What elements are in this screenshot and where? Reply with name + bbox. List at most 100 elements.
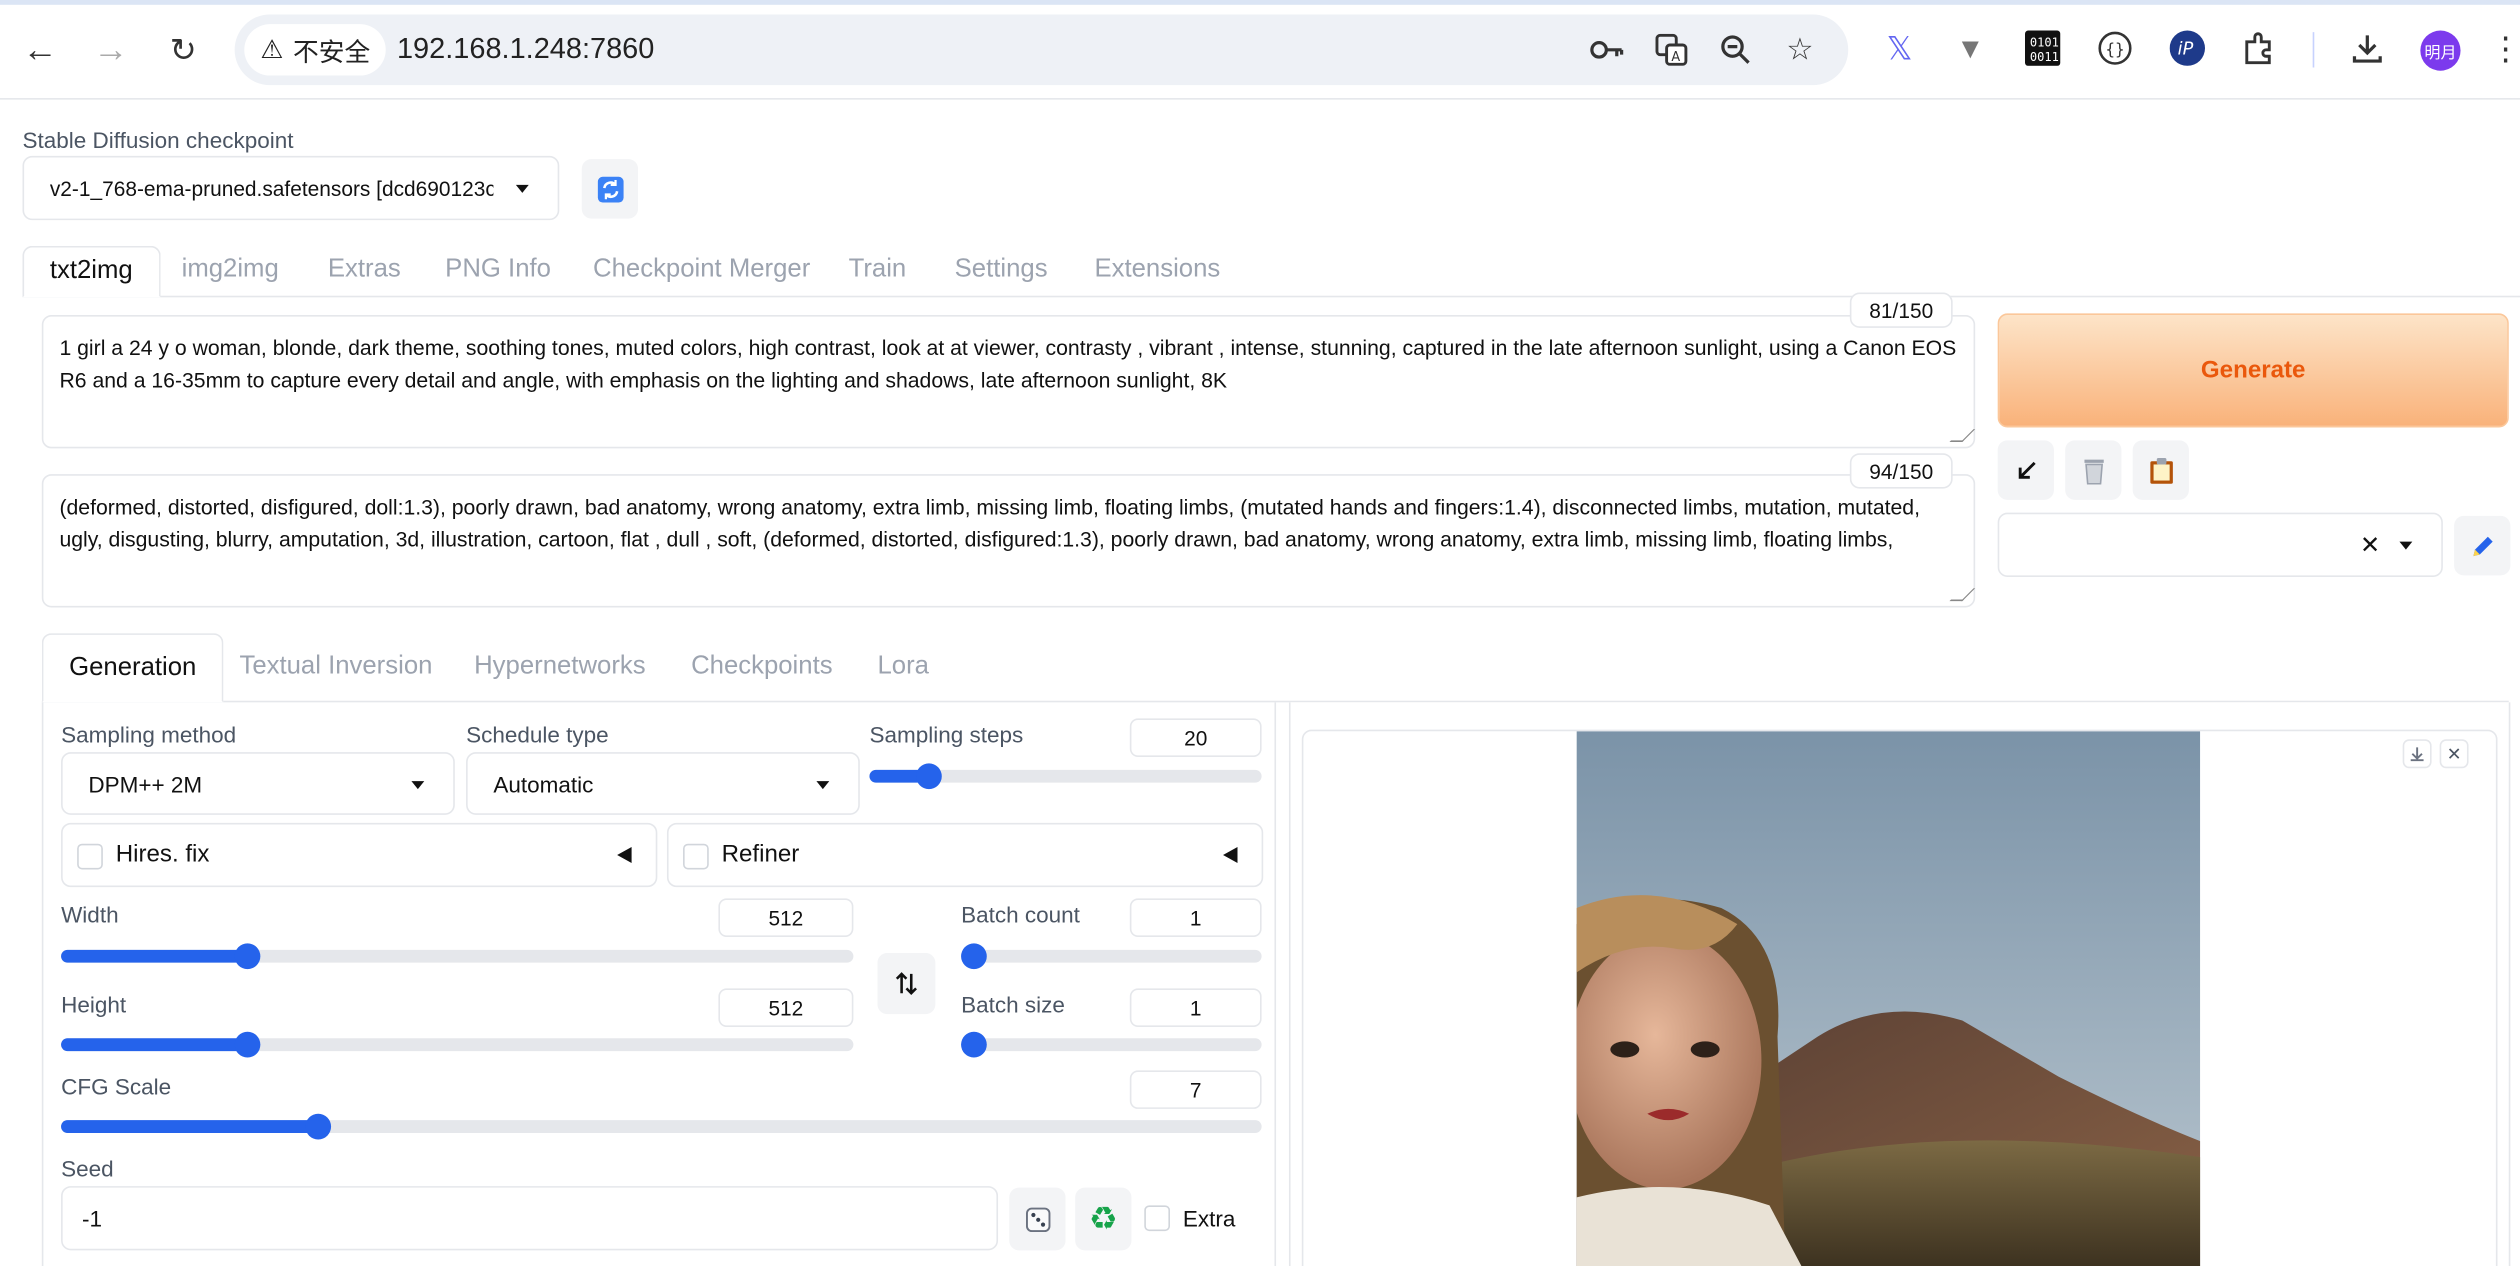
slider-thumb[interactable]	[961, 1031, 987, 1058]
toolbar-separator	[2312, 32, 2315, 68]
batch-size-slider[interactable]	[961, 1031, 1262, 1058]
width-slider[interactable]	[61, 943, 854, 970]
negative-prompt-textarea[interactable]: (deformed, distorted, disfigured, doll:1…	[41, 474, 1976, 608]
star-icon[interactable]: ☆	[1781, 31, 1820, 70]
close-image-button[interactable]: ✕	[2439, 739, 2469, 769]
extension-ip-icon[interactable]: iP	[2166, 27, 2208, 69]
close-icon: ✕	[2446, 744, 2462, 765]
sampling-steps-slider[interactable]	[869, 763, 1262, 790]
forward-icon[interactable]: →	[87, 26, 135, 74]
height-slider[interactable]	[61, 1031, 854, 1058]
resize-handle-icon[interactable]	[1949, 588, 1976, 602]
tab-checkpoint-merger[interactable]: Checkpoint Merger	[567, 246, 836, 297]
tab-settings[interactable]: Settings	[929, 246, 1073, 297]
sampling-steps-input[interactable]: 20	[1129, 718, 1262, 757]
random-seed-button[interactable]	[1009, 1187, 1066, 1251]
hires-fix-accordion[interactable]: Hires. fix	[61, 822, 658, 888]
resize-handle-icon[interactable]	[1949, 429, 1976, 442]
checkpoint-select[interactable]: v2-1_768-ema-pruned.safetensors [dcd6901…	[22, 155, 560, 221]
edit-styles-button[interactable]	[2454, 515, 2511, 576]
downloads-icon[interactable]	[2346, 27, 2388, 69]
clear-icon[interactable]: ✕	[2360, 530, 2380, 559]
profile-avatar[interactable]: 明月	[2420, 30, 2461, 71]
styles-select[interactable]: ✕	[1997, 512, 2443, 577]
swap-dimensions-button[interactable]	[877, 953, 936, 1015]
schedule-type-label: Schedule type	[466, 721, 609, 748]
tab-generation[interactable]: Generation	[41, 633, 224, 703]
extension-x-icon[interactable]: 𝕏	[1879, 27, 1921, 69]
reload-icon[interactable]: ↻	[159, 26, 207, 74]
tab-train[interactable]: Train	[823, 246, 932, 297]
slider-thumb[interactable]	[234, 943, 261, 970]
width-input[interactable]: 512	[718, 898, 854, 937]
tab-txt2img[interactable]: txt2img	[22, 245, 161, 298]
browser-toolbar: ← → ↻ ⚠ 不安全 192.168.1.248:7860 A ☆ 𝕏 ▼ 0…	[0, 0, 2520, 100]
reuse-seed-button[interactable]: ♻	[1075, 1187, 1132, 1251]
extra-seed-checkbox[interactable]	[1144, 1205, 1171, 1232]
collapse-arrow-icon[interactable]	[1223, 846, 1238, 864]
zoom-icon[interactable]	[1716, 31, 1755, 70]
download-image-button[interactable]	[2402, 739, 2432, 769]
prompt-textarea[interactable]: 1 girl a 24 y o woman, blonde, dark them…	[41, 315, 1976, 449]
negative-prompt-text: (deformed, distorted, disfigured, doll:1…	[59, 495, 1920, 552]
refiner-checkbox[interactable]	[683, 843, 709, 870]
batch-count-label: Batch count	[961, 901, 1080, 928]
clear-prompt-button[interactable]	[2065, 440, 2122, 500]
tab-img2img[interactable]: img2img	[156, 246, 305, 297]
extension-v-icon[interactable]: ▼	[1949, 27, 1991, 69]
tab-extensions[interactable]: Extensions	[1069, 246, 1246, 297]
collapse-arrow-icon[interactable]	[617, 846, 632, 864]
read-params-button[interactable]	[1997, 440, 2054, 500]
prompt-token-counter: 81/150	[1849, 292, 1953, 328]
address-bar[interactable]: ⚠ 不安全 192.168.1.248:7860 A ☆	[234, 14, 1849, 86]
cfg-scale-slider[interactable]	[61, 1113, 1262, 1140]
batch-size-label: Batch size	[961, 991, 1065, 1018]
generated-image[interactable]	[1576, 731, 2201, 1266]
extension-binary-icon[interactable]: 0101 0011	[2022, 27, 2064, 69]
extension-braces-icon[interactable]: {}	[2094, 27, 2136, 69]
tab-checkpoints[interactable]: Checkpoints	[665, 633, 858, 702]
slider-thumb[interactable]	[915, 763, 942, 790]
cfg-scale-label: CFG Scale	[61, 1073, 172, 1100]
hires-fix-label: Hires. fix	[115, 840, 210, 868]
schedule-type-select[interactable]: Automatic	[466, 752, 860, 815]
tab-extras[interactable]: Extras	[302, 246, 426, 297]
refresh-icon	[597, 175, 623, 202]
svg-text:iP: iP	[2178, 40, 2194, 60]
refresh-checkpoint-button[interactable]	[581, 159, 639, 219]
slider-thumb[interactable]	[234, 1031, 261, 1058]
url-text[interactable]: 192.168.1.248:7860	[397, 32, 654, 66]
arrow-down-left-icon	[2017, 461, 2035, 478]
slider-fill	[61, 1120, 318, 1134]
extensions-puzzle-icon[interactable]	[2239, 27, 2281, 69]
key-icon[interactable]	[1588, 31, 1627, 70]
batch-size-input[interactable]: 1	[1129, 988, 1262, 1027]
sampling-method-select[interactable]: DPM++ 2M	[61, 752, 455, 815]
generate-button[interactable]: Generate	[1997, 313, 2509, 428]
svg-text:A: A	[1671, 50, 1680, 65]
browser-menu-icon[interactable]: ⋮	[2489, 27, 2520, 69]
height-input[interactable]: 512	[718, 988, 854, 1027]
back-icon[interactable]: ←	[16, 26, 64, 74]
apply-styles-button[interactable]	[2132, 440, 2189, 500]
cfg-scale-input[interactable]: 7	[1129, 1070, 1262, 1109]
tab-hypernetworks[interactable]: Hypernetworks	[448, 633, 671, 702]
seed-input[interactable]: -1	[61, 1186, 999, 1251]
width-label: Width	[61, 901, 119, 928]
batch-count-input[interactable]: 1	[1129, 898, 1262, 937]
slider-thumb[interactable]	[304, 1113, 331, 1140]
checkpoint-label: Stable Diffusion checkpoint	[22, 126, 294, 153]
batch-count-slider[interactable]	[961, 943, 1262, 970]
recycle-icon: ♻	[1088, 1202, 1118, 1238]
refiner-accordion[interactable]: Refiner	[666, 822, 1264, 888]
tab-lora[interactable]: Lora	[852, 633, 955, 702]
pencil-icon	[2472, 535, 2492, 556]
tab-textual-inversion[interactable]: Textual Inversion	[214, 633, 458, 702]
svg-text:{}: {}	[2105, 40, 2124, 59]
slider-thumb[interactable]	[961, 943, 987, 970]
tab-png-info[interactable]: PNG Info	[419, 246, 576, 297]
sampling-method-value: DPM++ 2M	[88, 770, 203, 797]
hires-fix-checkbox[interactable]	[77, 843, 103, 870]
translate-icon[interactable]: A	[1652, 31, 1691, 70]
security-chip[interactable]: ⚠ 不安全	[244, 24, 387, 76]
